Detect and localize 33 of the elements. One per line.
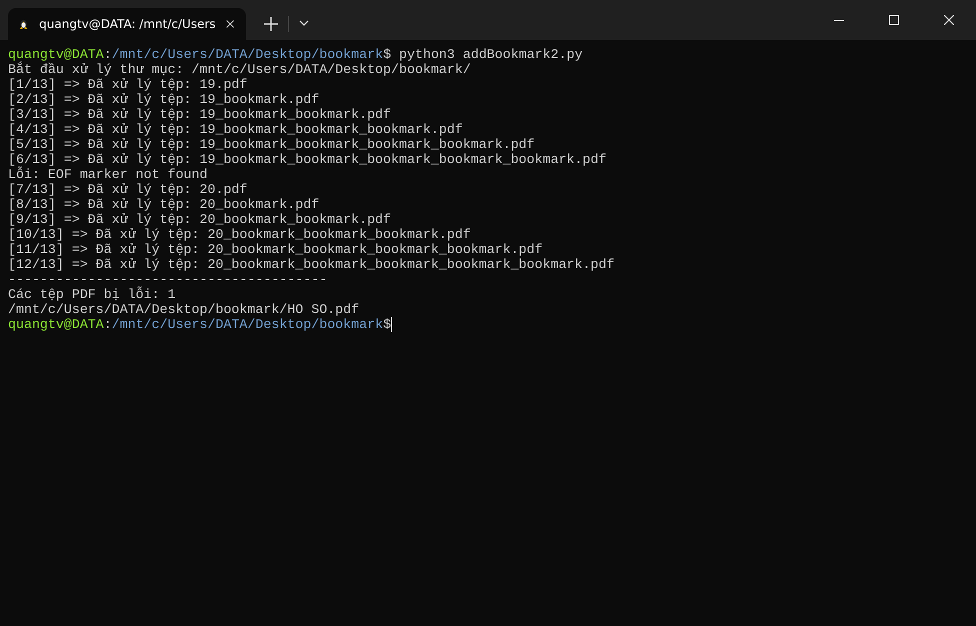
prompt-separator: :	[104, 47, 112, 62]
output-line: [8/13] => Đã xử lý tệp: 20_bookmark.pdf	[8, 197, 320, 212]
prompt-path: /mnt/c/Users/DATA/Desktop/bookmark	[112, 47, 384, 62]
prompt-symbol: $	[383, 47, 392, 62]
output-line: [4/13] => Đã xử lý tệp: 19_bookmark_bookmark_bookmark.pdf	[8, 122, 463, 137]
prompt-user: quangtv@DATA	[8, 317, 104, 332]
prompt-user: quangtv@DATA	[8, 47, 104, 62]
output-line: [12/13] => Đã xử lý tệp: 20_bookmark_bookmark_bookmark_bookmark_bookmark.pdf	[8, 257, 614, 272]
output-line: [5/13] => Đã xử lý tệp: 19_bookmark_bookmark_bookmark_bookmark.pdf	[8, 137, 535, 152]
output-line: ----------------------------------------	[8, 272, 328, 287]
command-text: python3 addBookmark2.py	[398, 47, 583, 62]
maximize-icon[interactable]	[889, 15, 899, 25]
output-line: [1/13] => Đã xử lý tệp: 19.pdf	[8, 77, 248, 92]
prompt-symbol: $	[383, 317, 392, 332]
output-line: [9/13] => Đã xử lý tệp: 20_bookmark_bookmark.pdf	[8, 212, 392, 227]
output-line: [11/13] => Đã xử lý tệp: 20_bookmark_bookmark_bookmark_bookmark.pdf	[8, 242, 543, 257]
output-line: /mnt/c/Users/DATA/Desktop/bookmark/HO SO.pdf	[8, 302, 360, 317]
output-line: Bắt đầu xử lý thư mục: /mnt/c/Users/DATA/Desktop/bookmark/	[8, 62, 471, 77]
close-icon[interactable]	[944, 15, 954, 25]
dropdown-caret-icon[interactable]	[299, 20, 309, 26]
output-line: Các tệp PDF bị lỗi: 1	[8, 287, 176, 302]
output-line: [7/13] => Đã xử lý tệp: 20.pdf	[8, 182, 248, 197]
tab-title: quangtv@DATA: /mnt/c/Users	[39, 17, 216, 31]
output-line: [6/13] => Đã xử lý tệp: 19_bookmark_bookmark_bookmark_bookmark_bookmark.pdf	[8, 152, 606, 167]
prompt-separator: :	[104, 317, 112, 332]
terminal-tab[interactable]: quangtv@DATA: /mnt/c/Users	[8, 8, 246, 40]
output-line: Lỗi: EOF marker not found	[8, 167, 208, 182]
output-line: [3/13] => Đã xử lý tệp: 19_bookmark_bookmark.pdf	[8, 107, 392, 122]
prompt-path: /mnt/c/Users/DATA/Desktop/bookmark	[112, 317, 384, 332]
output-line: [2/13] => Đã xử lý tệp: 19_bookmark.pdf	[8, 92, 320, 107]
close-tab-icon[interactable]	[226, 18, 234, 30]
new-tab-icon[interactable]	[264, 17, 278, 31]
output-line: [10/13] => Đã xử lý tệp: 20_bookmark_bookmark_bookmark.pdf	[8, 227, 471, 242]
